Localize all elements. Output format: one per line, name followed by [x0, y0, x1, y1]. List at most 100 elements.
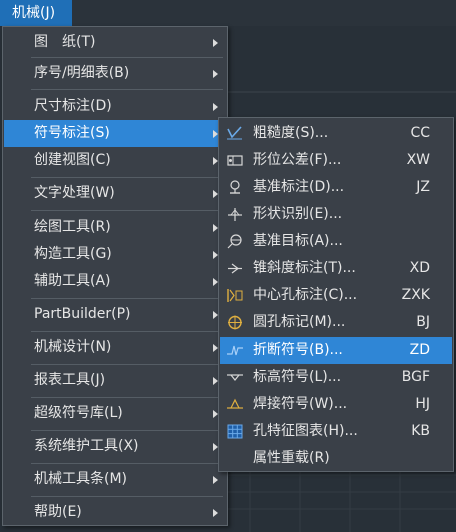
menu-item-label: 机械设计(N) [34, 339, 112, 355]
mechanical-menu-dropdown: 图 纸(T) 序号/明细表(B) 尺寸标注(D) 符号标注(S) 创建视图(C)… [2, 26, 228, 526]
menu-item-label: 辅助工具(A) [34, 273, 111, 289]
menu-separator [31, 397, 223, 398]
elevation-icon [226, 369, 244, 386]
tolerance-icon [226, 152, 244, 169]
shortcut-text: ZXK [401, 287, 430, 303]
submenu-item-hole-mark[interactable]: 圆孔标记(M)... BJ [220, 309, 452, 336]
datum-target-icon [226, 233, 244, 250]
submenu-item-label: 形位公差(F)... [253, 152, 342, 168]
menu-separator [31, 89, 223, 90]
hole-mark-icon [226, 314, 244, 331]
shortcut-text: KB [411, 423, 430, 439]
menu-item-bom[interactable]: 序号/明细表(B) [4, 60, 226, 87]
submenu-arrow-icon [213, 476, 218, 484]
submenu-item-label: 粗糙度(S)... [253, 125, 329, 141]
menu-separator [31, 298, 223, 299]
menu-item-construction-tools[interactable]: 构造工具(G) [4, 241, 226, 268]
menu-separator [31, 210, 223, 211]
submenu-item-label: 属性重载(R) [253, 450, 330, 466]
submenu-item-label: 形状识别(E)... [253, 206, 343, 222]
submenu-item-taper[interactable]: 锥斜度标注(T)... XD [220, 255, 452, 282]
menu-jixie[interactable]: 机械(J) [0, 0, 72, 26]
menu-item-mechanical-design[interactable]: 机械设计(N) [4, 334, 226, 361]
shortcut-text: XW [406, 152, 430, 168]
submenu-item-datum[interactable]: 基准标注(D)... JZ [220, 174, 452, 201]
menu-item-label: 超级符号库(L) [34, 405, 123, 421]
shortcut-text: BGF [401, 369, 430, 385]
submenu-item-label: 孔特征图表(H)... [253, 423, 358, 439]
menu-item-label: 尺寸标注(D) [34, 98, 112, 114]
menu-separator [31, 430, 223, 431]
shortcut-text: JZ [416, 179, 430, 195]
menu-separator [31, 463, 223, 464]
submenu-item-center-hole[interactable]: 中心孔标注(C)... ZXK [220, 282, 452, 309]
submenu-item-roughness[interactable]: 粗糙度(S)... CC [220, 120, 452, 147]
menu-item-text-processing[interactable]: 文字处理(W) [4, 180, 226, 207]
break-symbol-icon [226, 342, 244, 359]
menu-separator [31, 331, 223, 332]
submenu-arrow-icon [213, 103, 218, 111]
menu-item-auxiliary-tools[interactable]: 辅助工具(A) [4, 268, 226, 295]
submenu-item-geometric-tolerance[interactable]: 形位公差(F)... XW [220, 147, 452, 174]
submenu-item-hole-table[interactable]: 孔特征图表(H)... KB [220, 418, 452, 445]
submenu-item-label: 焊接符号(W)... [253, 396, 348, 412]
menu-bar: 机械(J) [0, 0, 456, 26]
datum-icon [226, 179, 244, 196]
menu-item-mechanical-toolbar[interactable]: 机械工具条(M) [4, 466, 226, 493]
menu-separator [31, 177, 223, 178]
submenu-item-elevation[interactable]: 标高符号(L)... BGF [220, 364, 452, 391]
roughness-icon [226, 125, 244, 142]
center-hole-icon [226, 287, 244, 304]
menu-item-label: 报表工具(J) [34, 372, 106, 388]
menu-separator [31, 364, 223, 365]
shortcut-text: BJ [416, 314, 430, 330]
menu-item-help[interactable]: 帮助(E) [4, 499, 226, 526]
menu-item-drawing-tools[interactable]: 绘图工具(R) [4, 214, 226, 241]
menu-item-symbol-annotation[interactable]: 符号标注(S) [4, 120, 226, 147]
submenu-item-label: 折断符号(B)... [253, 342, 343, 358]
menu-item-label: 系统维护工具(X) [34, 438, 139, 454]
menu-item-label: 符号标注(S) [34, 125, 110, 141]
submenu-item-datum-target[interactable]: 基准目标(A)... [220, 228, 452, 255]
shortcut-text: XD [409, 260, 430, 276]
submenu-item-label: 中心孔标注(C)... [253, 287, 358, 303]
menu-item-label: 图 纸(T) [34, 34, 96, 50]
shortcut-text: HJ [415, 396, 430, 412]
submenu-item-break-symbol[interactable]: 折断符号(B)... ZD [220, 337, 452, 364]
shape-recognition-icon [226, 206, 244, 223]
menu-separator [31, 57, 223, 58]
shortcut-text: ZD [409, 342, 430, 358]
menu-item-label: 帮助(E) [34, 504, 82, 520]
submenu-item-attribute-reload[interactable]: 属性重载(R) [220, 445, 452, 472]
submenu-arrow-icon [213, 39, 218, 47]
menu-item-super-symbol-library[interactable]: 超级符号库(L) [4, 400, 226, 427]
menu-item-label: PartBuilder(P) [34, 306, 131, 322]
menu-item-drawing[interactable]: 图 纸(T) [4, 29, 226, 56]
shortcut-text: CC [410, 125, 430, 141]
menu-item-system-maintenance[interactable]: 系统维护工具(X) [4, 433, 226, 460]
menu-item-label: 构造工具(G) [34, 246, 112, 262]
submenu-item-label: 标高符号(L)... [253, 369, 342, 385]
menu-item-label: 文字处理(W) [34, 185, 115, 201]
menu-item-dimension[interactable]: 尺寸标注(D) [4, 93, 226, 120]
weld-icon [226, 396, 244, 413]
hole-table-icon [226, 423, 244, 440]
menu-item-label: 序号/明细表(B) [34, 65, 130, 81]
submenu-item-label: 基准目标(A)... [253, 233, 343, 249]
menu-separator [31, 496, 223, 497]
submenu-item-weld[interactable]: 焊接符号(W)... HJ [220, 391, 452, 418]
symbol-annotation-submenu: 粗糙度(S)... CC 形位公差(F)... XW 基准标注(D)... JZ… [218, 117, 454, 472]
menu-item-report-tools[interactable]: 报表工具(J) [4, 367, 226, 394]
taper-icon [226, 260, 244, 277]
submenu-item-shape-recognition[interactable]: 形状识别(E)... [220, 201, 452, 228]
menu-item-partbuilder[interactable]: PartBuilder(P) [4, 301, 226, 328]
menu-item-label: 绘图工具(R) [34, 219, 111, 235]
submenu-item-label: 基准标注(D)... [253, 179, 345, 195]
submenu-arrow-icon [213, 70, 218, 78]
submenu-item-label: 圆孔标记(M)... [253, 314, 346, 330]
menu-item-label: 机械工具条(M) [34, 471, 128, 487]
submenu-arrow-icon [213, 509, 218, 517]
menu-item-label: 创建视图(C) [34, 152, 111, 168]
menu-item-create-view[interactable]: 创建视图(C) [4, 147, 226, 174]
submenu-item-label: 锥斜度标注(T)... [253, 260, 356, 276]
